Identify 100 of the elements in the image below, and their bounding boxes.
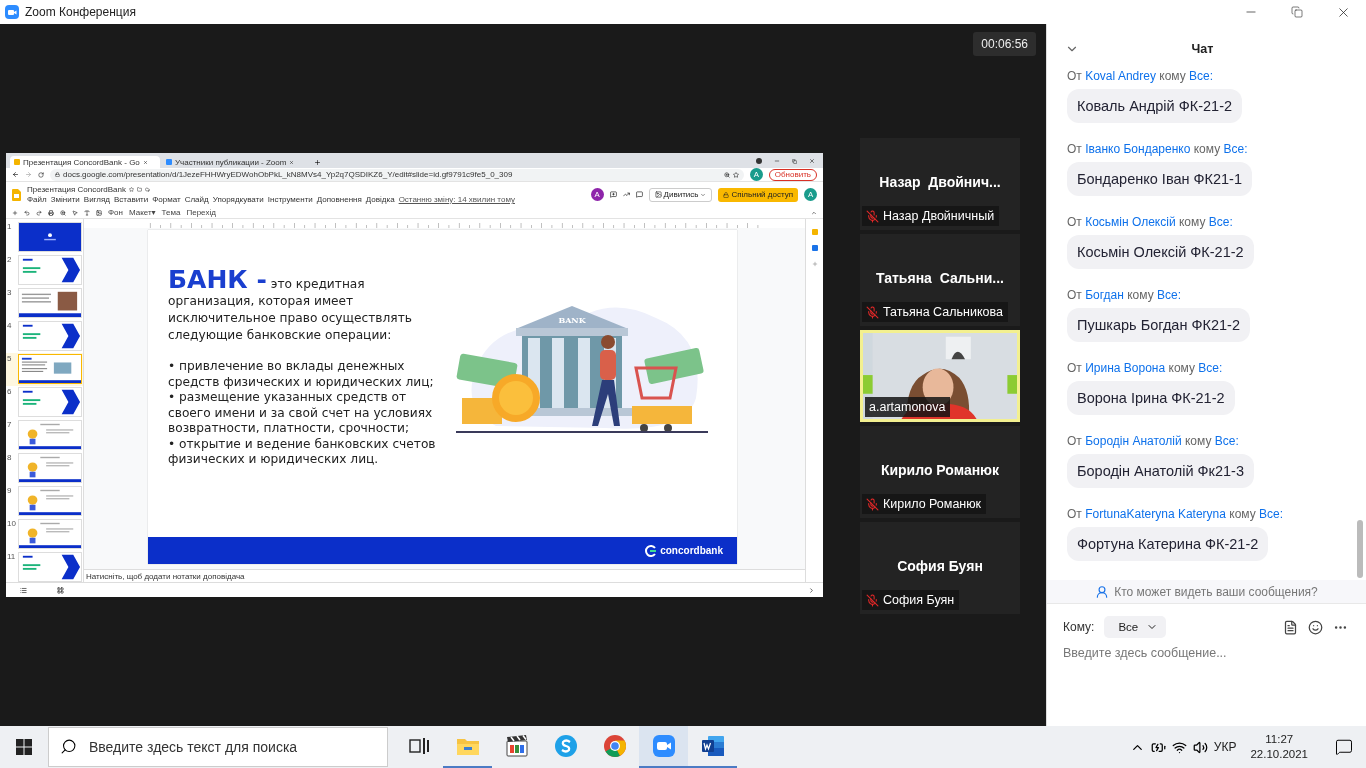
print-icon[interactable] (48, 209, 54, 216)
zoom-icon[interactable] (60, 209, 66, 216)
expand-panel-icon[interactable] (808, 586, 815, 594)
slide-number: 11 (7, 552, 17, 563)
menu-item[interactable]: Формат (152, 195, 181, 204)
browser-restore-icon[interactable] (792, 159, 797, 164)
message-header: От Ирина Ворона кому Все: (1067, 361, 1223, 375)
filmstrip-row[interactable]: 10 (6, 518, 83, 551)
slide-thumbnail[interactable] (18, 354, 82, 384)
taskbar-search-field[interactable]: Введите здесь текст для поиска (48, 727, 388, 767)
scrollbar-thumb[interactable] (1357, 520, 1363, 578)
bullet-text: • открытие и ведение банковских счетов физических и юридических лиц. (168, 436, 437, 468)
filmstrip-row[interactable]: 2 (6, 254, 83, 287)
caret-icon (700, 191, 707, 198)
search-icon (60, 738, 77, 755)
bookmark-star-icon[interactable] (732, 171, 739, 178)
task-view-icon (408, 737, 429, 755)
view-button[interactable]: Дивитись (648, 187, 713, 202)
menu-item[interactable]: Вигляд (83, 195, 111, 204)
back-icon[interactable] (12, 171, 19, 178)
cloud-icon[interactable] (145, 187, 151, 192)
toolbar-button[interactable]: Тема (161, 208, 181, 217)
filmstrip-row[interactable]: 6 (6, 386, 83, 419)
close-tab-icon[interactable] (289, 159, 295, 165)
participant-name: Кирило Романюк (883, 497, 982, 511)
new-slide-icon[interactable] (12, 209, 18, 216)
slide-thumbnail[interactable] (18, 486, 82, 516)
meeting-timer: 00:06:56 (973, 32, 1036, 56)
slide-thumbnail[interactable] (18, 288, 82, 318)
file-icon[interactable] (1283, 619, 1298, 635)
menu-item[interactable]: Змінити (50, 195, 80, 204)
slide-thumbnail[interactable] (18, 255, 82, 285)
close-tab-icon[interactable] (142, 159, 148, 165)
image-icon[interactable] (96, 209, 102, 216)
zoom-favicon-icon (166, 159, 172, 165)
reload-icon[interactable] (38, 171, 44, 178)
slide-thumbnail[interactable] (18, 420, 82, 450)
slide-thumbnail[interactable] (18, 321, 82, 351)
menu-item[interactable]: Доповнення (316, 195, 362, 204)
slide-thumbnail[interactable] (18, 387, 82, 417)
share-button[interactable]: Спільний доступ (718, 187, 798, 202)
filmstrip-row[interactable]: 3 (6, 287, 83, 320)
menu-item[interactable]: Файл (27, 195, 47, 204)
activity-icon[interactable] (622, 191, 630, 198)
windows-logo-icon (16, 739, 32, 755)
slides-logo-icon (12, 188, 21, 201)
menu-item[interactable]: Слайд (184, 195, 209, 204)
redo-icon[interactable] (36, 209, 42, 216)
grid-view-icon[interactable] (57, 586, 64, 594)
filmstrip-row[interactable]: 11 (6, 551, 83, 582)
new-tab-icon[interactable] (314, 159, 321, 166)
tasks-icon[interactable] (811, 245, 818, 251)
filmstrip-row[interactable]: 9 (6, 485, 83, 518)
menu-item[interactable]: Інструменти (267, 195, 313, 204)
browser-close-icon[interactable] (809, 158, 815, 164)
bank-sign: BANK (558, 315, 586, 325)
undo-icon[interactable] (24, 209, 30, 216)
slide-number: 10 (7, 519, 17, 530)
select-icon[interactable] (72, 209, 78, 216)
taskbar-clock[interactable]: 11:27 22.10.2021 (1242, 732, 1316, 762)
comment-icon[interactable] (609, 191, 617, 198)
browser-tab[interactable]: Презентация ConcordBank - Go (10, 156, 160, 168)
participant-name: Татьяна Сальникова (883, 305, 1003, 319)
slide-thumbnail[interactable] (18, 552, 82, 582)
filmstrip-row[interactable]: 8 (6, 452, 83, 485)
star-icon[interactable] (129, 187, 135, 192)
menu-item[interactable]: Вставити (114, 195, 149, 204)
filmstrip-row[interactable]: 4 (6, 320, 83, 353)
folder-icon[interactable] (137, 187, 143, 192)
emoji-icon[interactable] (1308, 619, 1323, 635)
toolbar-button[interactable]: Перехід (186, 208, 216, 217)
zoom-logo-icon (5, 5, 19, 19)
slide-thumbnail[interactable] (18, 222, 82, 252)
update-button[interactable]: Обновить (768, 168, 817, 181)
zoom-page-icon[interactable] (723, 171, 730, 178)
speaker-notes-field[interactable]: Натисніть, щоб додати нотатки доповідача (84, 569, 805, 582)
bullet-text: • привлечение во вклады денежных средств физических и юридических лиц; (168, 359, 435, 390)
menu-item[interactable]: Упорядкувати (212, 195, 264, 204)
slide-thumbnail[interactable] (18, 453, 82, 483)
filmstrip-row[interactable]: 7 (6, 419, 83, 452)
text-box-icon[interactable] (84, 209, 90, 216)
menu-item[interactable]: Довідка (365, 195, 395, 204)
collapse-icon[interactable] (811, 209, 817, 216)
participant-name: София Буян (883, 593, 955, 607)
toolbar-button[interactable]: Фон (108, 208, 123, 217)
toolbar-button[interactable]: Макет▾ (128, 208, 156, 217)
comments-icon[interactable] (635, 191, 643, 198)
lock-icon (723, 191, 730, 198)
message-bubble: Фортуна Катерина ФК-21-2 (1067, 527, 1269, 561)
filmstrip-row[interactable]: 1 (6, 221, 83, 254)
volume-icon[interactable] (1192, 739, 1208, 755)
wifi-icon[interactable] (1171, 739, 1187, 755)
language-indicator[interactable]: УКР (1213, 740, 1237, 754)
filmstrip-row[interactable]: 5 (6, 353, 83, 386)
list-view-icon[interactable] (20, 586, 27, 594)
browser-tab[interactable]: Участники публикации - Zoom (162, 156, 312, 168)
recipient-select[interactable]: Все (1104, 616, 1167, 638)
address-bar[interactable]: docs.google.com/presentation/d/1JezeFHHWryEDWohObPkL_kN8MVs4_Yp2q7QSDIKZ6_Y/edit#slide=id.gf9791c9fe5_0_309 (50, 168, 744, 181)
slide-thumbnail[interactable] (18, 519, 82, 549)
last-edit-link[interactable]: Останню зміну: 14 хвилин тому (398, 195, 515, 204)
